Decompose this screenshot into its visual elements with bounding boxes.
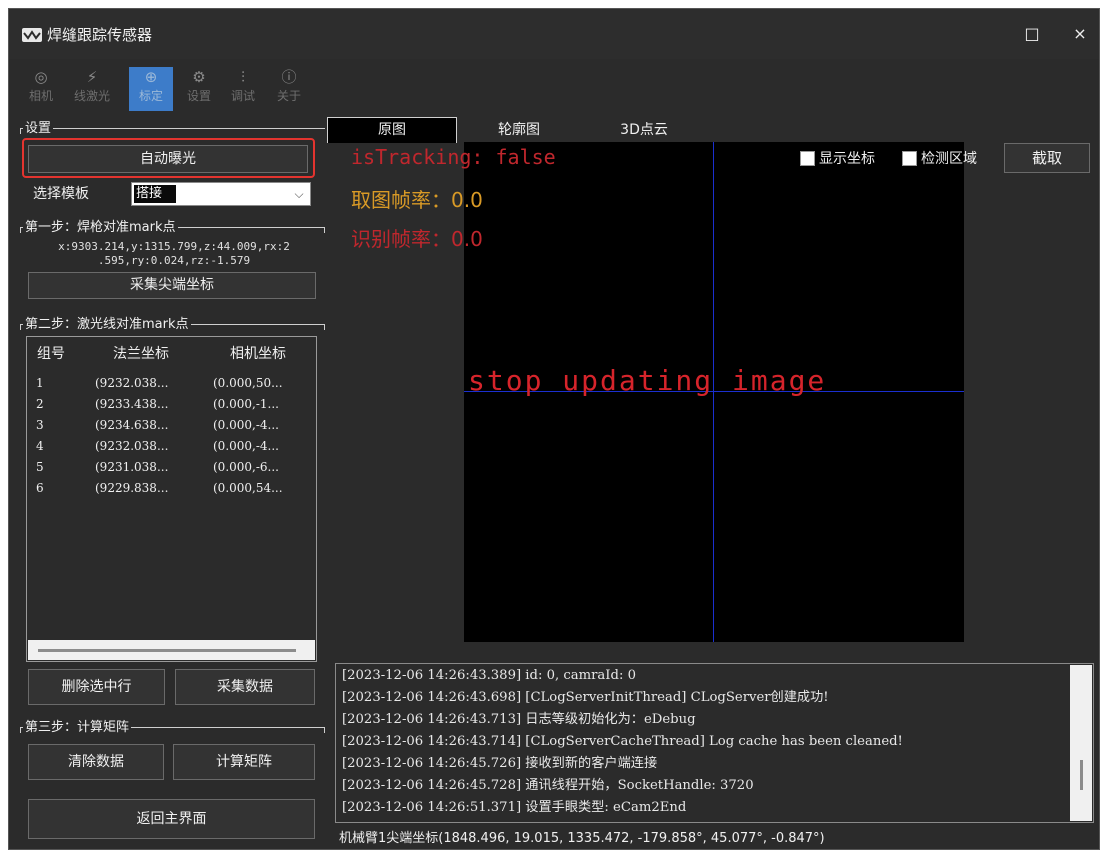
close-button[interactable]: × xyxy=(1062,19,1098,49)
tab-3d-cloud[interactable]: 3D点云 xyxy=(589,117,699,143)
show-coords-label: 显示坐标 xyxy=(819,151,875,167)
collect-data-button[interactable]: 采集数据 xyxy=(175,669,315,705)
table-row[interactable]: 2 (9233.438... (0.000,-1... xyxy=(27,394,316,415)
toolbar-calibrate[interactable]: ⊕ 标定 xyxy=(129,67,173,111)
tip-coordinates: x:9303.214,y:1315.799,z:44.009,rx:2 .595… xyxy=(29,240,319,268)
scrollbar-thumb[interactable] xyxy=(38,649,296,652)
capture-fps: 取图帧率：0.0 xyxy=(351,188,483,212)
group-corner xyxy=(324,727,325,733)
log-line: [2023-12-06 14:26:43.698] [CLogServerIni… xyxy=(342,690,829,705)
window-title: 焊缝跟踪传感器 xyxy=(47,26,153,44)
toolbar-label: 相机 xyxy=(28,89,53,103)
toolbar-about[interactable]: ⓘ 关于 xyxy=(271,67,307,111)
camera-view[interactable]: stop updating image xyxy=(464,142,964,642)
detect-region-label: 检测区域 xyxy=(921,151,977,167)
app-logo-icon xyxy=(22,28,42,42)
show-coords-checkbox[interactable] xyxy=(800,151,815,166)
log-line: [2023-12-06 14:26:45.726] 接收到新的客户端连接 xyxy=(342,756,658,771)
log-scrollbar-thumb[interactable] xyxy=(1080,760,1083,790)
stop-updating-message: stop updating image xyxy=(468,364,827,397)
info-icon: ⓘ xyxy=(281,68,297,86)
gear-icon: ⚙ xyxy=(192,68,206,86)
group-corner xyxy=(20,227,21,233)
group-title-step3: 第三步：计算矩阵 xyxy=(23,716,132,735)
group-border-settings xyxy=(20,128,325,129)
log-line: [2023-12-06 14:26:45.728] 通讯线程开始，SocketH… xyxy=(342,778,754,793)
auto-exposure-button[interactable]: 自动曝光 xyxy=(28,145,308,173)
log-line: [2023-12-06 14:26:43.714] [CLogServerCac… xyxy=(342,734,903,749)
camera-icon: ◎ xyxy=(34,68,48,86)
log-line: [2023-12-06 14:26:43.389] id: 0, camraId… xyxy=(342,668,636,683)
laser-icon: ⚡ xyxy=(86,68,98,86)
toolbar-label: 设置 xyxy=(186,89,211,103)
template-select[interactable]: 搭接 ⌵ xyxy=(131,182,311,206)
tracking-status: isTracking: false xyxy=(351,145,556,169)
detect-region-checkbox[interactable] xyxy=(902,151,917,166)
toolbar-laser[interactable]: ⚡ 线激光 xyxy=(67,67,117,111)
column-header-camera: 相机坐标 xyxy=(230,346,286,362)
template-value: 搭接 xyxy=(134,185,176,203)
tab-contour[interactable]: 轮廓图 xyxy=(464,117,574,143)
app-window: 焊缝跟踪传感器 □ × ◎ 相机 ⚡ 线激光 ⊕ 标定 ⚙ 设置 ⫶ 调试 ⓘ … xyxy=(8,8,1100,850)
log-line: [2023-12-06 14:26:43.713] 日志等级初始化为：eDebu… xyxy=(342,712,696,727)
calibrate-icon: ⊕ xyxy=(144,68,158,86)
screenshot-button[interactable]: 截取 xyxy=(1004,143,1090,173)
compute-matrix-button[interactable]: 计算矩阵 xyxy=(173,744,315,780)
toolbar-camera[interactable]: ◎ 相机 xyxy=(23,67,59,111)
coords-line-1: x:9303.214,y:1315.799,z:44.009,rx:2 xyxy=(58,240,290,253)
column-header-group: 组号 xyxy=(37,346,65,362)
group-title-step2: 第二步：激光线对准mark点 xyxy=(23,313,191,332)
tab-original-label: 原图 xyxy=(378,122,406,138)
toolbar-label: 标定 xyxy=(138,89,163,103)
horizontal-scrollbar[interactable] xyxy=(28,640,315,660)
log-line: [2023-12-06 14:26:51.371] 设置手眼类型: eCam2E… xyxy=(342,800,687,815)
title-bar: 焊缝跟踪传感器 □ × xyxy=(9,9,1099,59)
maximize-button[interactable]: □ xyxy=(1014,19,1050,49)
template-label: 选择模板 xyxy=(33,186,89,202)
recognition-fps: 识别帧率：0.0 xyxy=(351,227,483,251)
table-row[interactable]: 1 (9232.038... (0.000,50... xyxy=(27,373,316,394)
group-title-settings: 设置 xyxy=(23,117,54,136)
group-corner xyxy=(324,324,325,330)
table-body: 1 (9232.038... (0.000,50... 2 (9233.438...(… xyxy=(27,373,316,499)
coords-line-2: .595,ry:0.024,rz:-1.579 xyxy=(97,254,251,267)
chevron-down-icon: ⌵ xyxy=(294,187,304,201)
column-header-flange: 法兰坐标 xyxy=(113,346,169,362)
group-corner xyxy=(324,227,325,233)
group-corner xyxy=(20,128,21,134)
group-title-step1: 第一步：焊枪对准mark点 xyxy=(23,216,178,235)
table-row[interactable]: 3 (9234.638... (0.000,-4... xyxy=(27,415,316,436)
toolbar-label: 关于 xyxy=(276,89,301,103)
toolbar-label: 调试 xyxy=(230,89,255,103)
toolbar-label: 线激光 xyxy=(73,89,110,103)
group-corner xyxy=(20,324,21,330)
table-row[interactable]: 5 (9231.038... (0.000,-6... xyxy=(27,457,316,478)
group-corner xyxy=(20,727,21,733)
log-panel[interactable]: [2023-12-06 14:26:43.389] id: 0, camraId… xyxy=(335,663,1094,823)
mark-table[interactable]: 组号 法兰坐标 相机坐标 1 (9232.038... (0.000,50... 2… xyxy=(26,336,317,662)
back-main-button[interactable]: 返回主界面 xyxy=(28,799,315,839)
clear-data-button[interactable]: 清除数据 xyxy=(28,744,164,780)
robot-tip-status: 机械臂1尖端坐标(1848.496, 19.015, 1335.472, -17… xyxy=(339,831,825,846)
collect-tip-button[interactable]: 采集尖端坐标 xyxy=(28,272,316,299)
table-row[interactable]: 6 (9229.838... (0.000,54... xyxy=(27,478,316,499)
sliders-icon: ⫶ xyxy=(241,68,245,86)
delete-selected-button[interactable]: 删除选中行 xyxy=(28,669,165,705)
toolbar-debug[interactable]: ⫶ 调试 xyxy=(225,67,261,111)
table-row[interactable]: 4 (9232.038... (0.000,-4... xyxy=(27,436,316,457)
log-scrollbar[interactable] xyxy=(1070,665,1092,821)
log-lines: [2023-12-06 14:26:43.389] id: 0, camraId… xyxy=(342,665,903,819)
toolbar-settings[interactable]: ⚙ 设置 xyxy=(181,67,217,111)
